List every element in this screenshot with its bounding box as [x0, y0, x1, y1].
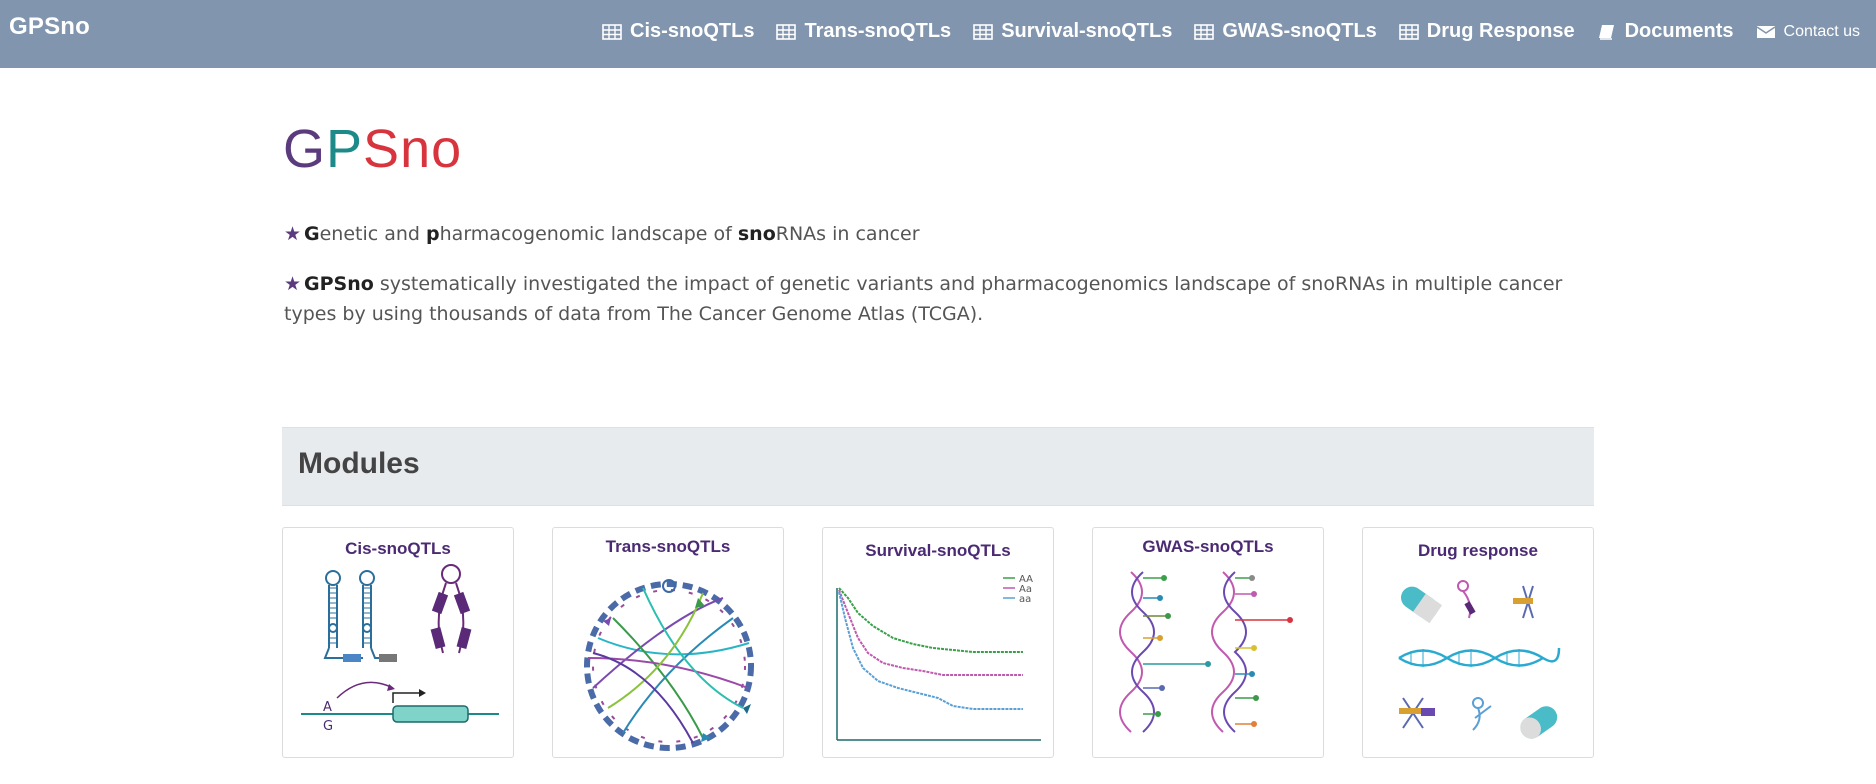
survival-km-curve-illustration: AA Aa aa: [836, 574, 1041, 741]
nav-documents[interactable]: Documents: [1597, 20, 1734, 43]
book-icon: [1598, 24, 1614, 40]
nav-label: GWAS-snoQTLs: [1222, 20, 1377, 42]
table-icon: [1398, 23, 1419, 40]
trans-snoqtls-circos-illustration: [584, 579, 754, 751]
legend-aa-lower: aa: [1019, 594, 1031, 605]
nav-cis-snoqtls[interactable]: Cis-snoQTLs: [602, 20, 754, 43]
card-title: Cis-snoQTLs: [345, 539, 451, 558]
navbar: GPSno Cis-snoQTLs Trans-snoQTLs Survival…: [0, 0, 1876, 68]
nav-menu: Cis-snoQTLs Trans-snoQTLs Survival-snoQT…: [580, 20, 1860, 43]
modules-header: Modules: [282, 427, 1594, 506]
nav-trans-snoqtls[interactable]: Trans-snoQTLs: [776, 20, 951, 43]
nav-label: Trans-snoQTLs: [804, 20, 952, 42]
module-card-gwas-snoqtls[interactable]: GWAS-snoQTLs: [1092, 527, 1324, 758]
drug-response-illustration: [1398, 580, 1561, 739]
nav-gwas-snoqtls[interactable]: GWAS-snoQTLs: [1194, 20, 1377, 43]
allele-label-g: G: [323, 719, 333, 734]
nav-label: Survival-snoQTLs: [1001, 20, 1173, 42]
nav-drug-response[interactable]: Drug Response: [1398, 20, 1575, 43]
module-card-cis-snoqtls[interactable]: Cis-snoQTLs A G: [282, 527, 514, 758]
star-icon: ★: [284, 273, 302, 295]
table-icon: [973, 23, 993, 40]
allele-label-a: A: [323, 700, 332, 715]
module-card-trans-snoqtls[interactable]: Trans-snoQTLs: [552, 527, 784, 758]
nav-label: Contact us: [1783, 22, 1860, 40]
nav-label: Documents: [1624, 20, 1734, 42]
table-icon: [602, 23, 622, 40]
modules-heading: Modules: [298, 447, 420, 480]
gpsno-logo: GPSno: [283, 119, 463, 179]
brand-logo[interactable]: GPSno: [9, 13, 90, 41]
table-icon: [1194, 23, 1215, 40]
nav-contact-us[interactable]: Contact us: [1756, 23, 1860, 41]
nav-survival-snoqtls[interactable]: Survival-snoQTLs: [973, 20, 1172, 43]
card-title: GWAS-snoQTLs: [1142, 537, 1274, 556]
intro-tagline: ★ Genetic and pharmacogenomic landscape o…: [284, 219, 1584, 249]
envelope-icon: [1756, 25, 1775, 38]
nav-label: Drug Response: [1426, 20, 1575, 42]
cis-snoqtls-illustration: A G: [301, 564, 499, 734]
star-icon: ★: [284, 223, 302, 245]
module-card-survival-snoqtls[interactable]: Survival-snoQTLs AA Aa aa: [822, 527, 1054, 758]
card-title: Trans-snoQTLs: [605, 537, 731, 556]
intro-description: ★ GPSno systematically investigated the i…: [284, 269, 1584, 329]
nav-label: Cis-snoQTLs: [630, 20, 755, 42]
gwas-dna-illustration: [1119, 571, 1293, 733]
table-icon: [776, 23, 797, 40]
module-card-drug-response[interactable]: Drug response: [1362, 527, 1594, 758]
